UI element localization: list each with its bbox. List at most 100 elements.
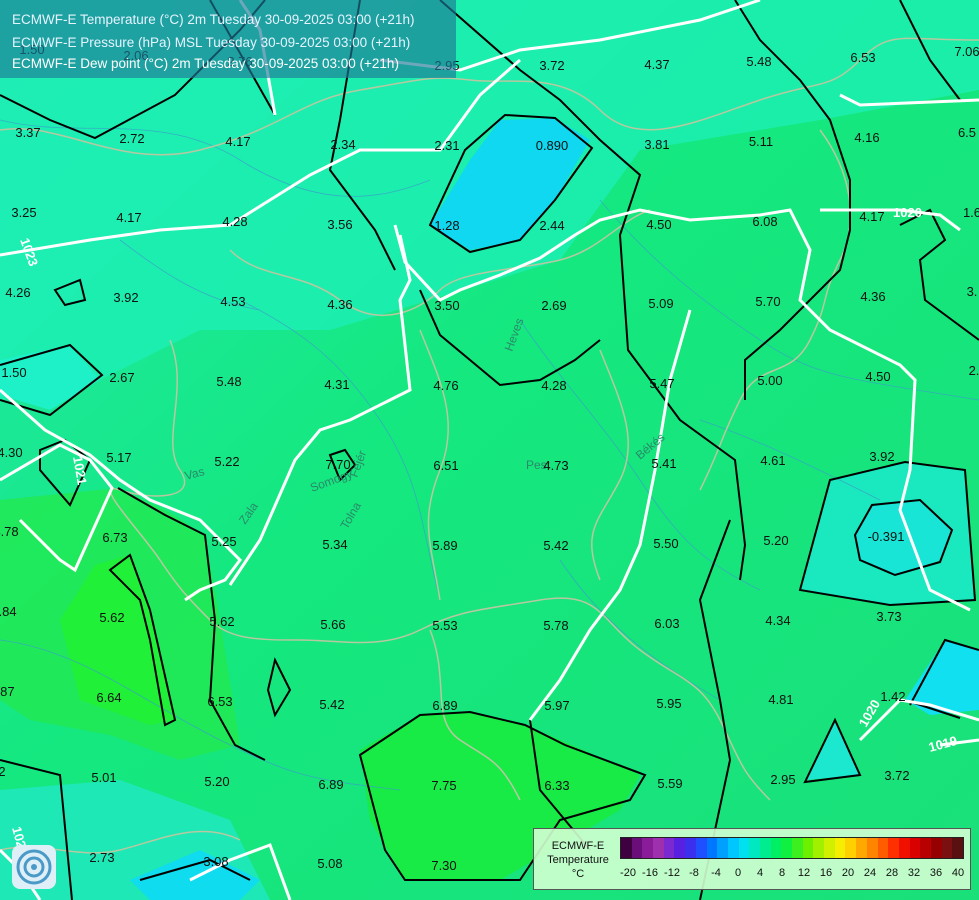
temperature-value: 3.37: [15, 125, 40, 140]
legend-swatch: [781, 838, 792, 858]
title-dewpoint[interactable]: ECMWF-E Dew point (°C) 2m Tuesday 30-09-…: [12, 56, 399, 71]
temperature-value: 0.890: [536, 138, 569, 153]
legend-swatch: [685, 838, 696, 858]
temperature-value: 4.53: [220, 294, 245, 309]
temperature-value: 4.78: [0, 524, 19, 539]
swirl-icon: [16, 849, 52, 885]
legend-unit: °C: [571, 868, 585, 880]
temperature-value: 5.41: [651, 456, 676, 471]
temperature-value: 6.53: [850, 50, 875, 65]
legend-tick-label: 20: [841, 867, 855, 879]
temperature-value: 4.87: [0, 684, 15, 699]
legend-tick-label: 8: [778, 867, 786, 879]
temperature-value: 6.33: [544, 778, 569, 793]
temperature-value: 4.50: [646, 217, 671, 232]
legend-swatch: [653, 838, 664, 858]
legend-tick-label: 32: [907, 867, 921, 879]
temperature-value: 4.36: [327, 297, 352, 312]
temperature-value: 5.89: [432, 538, 457, 553]
legend-swatch: [717, 838, 728, 858]
temperature-value: 2.44: [539, 218, 564, 233]
temperature-value: 3.72: [884, 768, 909, 783]
temperature-value: 4.31: [324, 377, 349, 392]
temperature-value: 7.70: [325, 457, 350, 472]
temperature-value: 7.06: [954, 44, 979, 59]
temperature-value: 5.42: [319, 697, 344, 712]
legend-swatch: [663, 838, 675, 858]
temperature-value: 4.34: [765, 613, 790, 628]
temperature-value: 4.81: [768, 692, 793, 707]
legend-swatch: [845, 838, 857, 858]
title-pressure[interactable]: ECMWF-E Pressure (hPa) MSL Tuesday 30-09…: [12, 35, 410, 50]
temperature-value: 1.6: [963, 205, 979, 220]
title-temperature[interactable]: ECMWF-E Temperature (°C) 2m Tuesday 30-0…: [12, 12, 414, 27]
temperature-value: 5.17: [106, 450, 131, 465]
temperature-value: 2.73: [89, 850, 114, 865]
temperature-value: 4.84: [0, 604, 17, 619]
temperature-value: 5.47: [649, 376, 674, 391]
ecmwf-logo: [12, 845, 56, 889]
temperature-value: 4.28: [541, 378, 566, 393]
legend-tick-label: 28: [885, 867, 899, 879]
temperature-value: 5.20: [763, 533, 788, 548]
temperature-value: 5.48: [746, 54, 771, 69]
temperature-value: 3.56: [327, 217, 352, 232]
temperature-value: 5.62: [209, 614, 234, 629]
temperature-value: 5.08: [317, 856, 342, 871]
temperature-value: 5.25: [211, 534, 236, 549]
legend-swatch: [834, 838, 846, 858]
temperature-value: 5.78: [543, 618, 568, 633]
temperature-value: 6.89: [318, 777, 343, 792]
temperature-value: 4.17: [859, 209, 884, 224]
temperature-value: 4.30: [0, 445, 23, 460]
temperature-value: 2.31: [434, 138, 459, 153]
legend-swatch: [877, 838, 889, 858]
legend-swatch: [631, 838, 643, 858]
legend-swatch: [824, 838, 835, 858]
temperature-value: 6.89: [432, 698, 457, 713]
legend-swatch: [866, 838, 878, 858]
temperature-value: 5.97: [544, 698, 569, 713]
legend-tick-label: -20: [620, 867, 636, 879]
temperature-value: 5.42: [543, 538, 568, 553]
legend-title: ECMWF-E Temperature °C: [538, 839, 618, 881]
temperature-value: 6.08: [752, 214, 777, 229]
temperature-value: 5.34: [322, 537, 347, 552]
legend-tick-label: 4: [756, 867, 764, 879]
temperature-value: 2.95: [770, 772, 795, 787]
legend-swatch: [813, 838, 825, 858]
legend-tick-label: -8: [689, 867, 699, 879]
temperature-value: 5.70: [755, 294, 780, 309]
legend-ticks: -20 -16 -12 -8 -4 0 4 8 12 16 20 24 28 32 36 40: [618, 867, 968, 881]
temperature-value: 6.03: [654, 616, 679, 631]
legend-tick-label: 0: [734, 867, 742, 879]
temperature-value: 3.92: [869, 449, 894, 464]
legend-swatch: [621, 838, 632, 858]
legend-title-line2: Temperature: [547, 854, 609, 866]
temperature-value: 5.62: [99, 610, 124, 625]
temperature-value: 3.25: [11, 205, 36, 220]
legend-swatch: [920, 838, 931, 858]
legend-tick-label: -16: [642, 867, 658, 879]
legend-tick-label: 40: [951, 867, 965, 879]
temperature-value: 3.73: [876, 609, 901, 624]
temperature-value: 7.30: [431, 858, 456, 873]
legend-swatch: [802, 838, 814, 858]
legend-swatch: [856, 838, 867, 858]
temperature-value: 3.92: [113, 290, 138, 305]
temperature-value: 6.5: [958, 125, 976, 140]
legend-swatch: [930, 838, 942, 858]
legend-swatch: [695, 838, 707, 858]
temperature-value: 4.73: [543, 458, 568, 473]
temperature-value: 1.50: [1, 365, 26, 380]
temperature-value: 3.: [967, 284, 978, 299]
temperature-value: 2.67: [109, 370, 134, 385]
temperature-value: 4.37: [644, 57, 669, 72]
temperature-value: 3.08: [203, 854, 228, 869]
legend-swatch: [706, 838, 718, 858]
legend-swatch: [759, 838, 771, 858]
legend-swatch: [749, 838, 760, 858]
temperature-value: 6.53: [207, 694, 232, 709]
temperature-value: 5.11: [749, 134, 773, 149]
legend-tick-label: 16: [819, 867, 833, 879]
